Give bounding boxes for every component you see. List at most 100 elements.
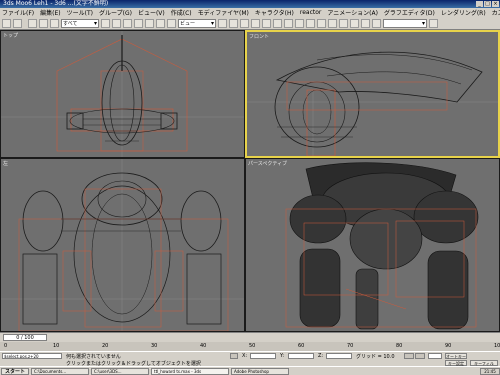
track-bar[interactable]: 0 10 20 30 40 50 60 70 80 90 100 [0, 342, 500, 351]
menu-bar: ファイル(F) 編集(E) ツール(T) グループ(G) ビュー(V) 作成(C) モディフ… [0, 8, 500, 17]
z-label: Z: [318, 353, 324, 359]
timeline-tick-label: 10 [53, 343, 60, 349]
grid-spacing: グリッド = 10.0 [356, 354, 395, 360]
menu-item[interactable]: ファイル(F) [2, 8, 34, 17]
window-title: 3ds Moo6 Leh1 - 3d6 ...(文字不鮮明) [3, 0, 109, 7]
timeline-tick-label: 30 [151, 343, 158, 349]
viewport-label[interactable]: 左 [3, 160, 8, 167]
viewport-left[interactable]: 左 [0, 158, 245, 332]
selection-status: 何も選択されていません [66, 354, 121, 360]
selection-filter-select[interactable]: すべて [61, 18, 99, 28]
snap-icon[interactable] [240, 18, 249, 28]
render-scene-icon[interactable] [361, 18, 370, 28]
timeline-tick-label: 80 [396, 343, 403, 349]
viewport-top[interactable]: トップ [0, 30, 245, 158]
lock-selection-icon[interactable] [230, 353, 238, 359]
timeline-tick-label: 0 [4, 343, 8, 349]
z-coordinate-field[interactable] [326, 353, 352, 359]
left-view-wireframe [1, 159, 244, 331]
move-icon[interactable] [145, 18, 154, 28]
select-link-icon[interactable] [28, 18, 37, 28]
menu-item[interactable]: 編集(E) [40, 8, 60, 17]
pivot-icon[interactable] [218, 18, 227, 28]
close-button[interactable]: × [492, 1, 499, 7]
menu-item[interactable]: ビュー(V) [138, 8, 165, 17]
scale-icon[interactable] [167, 18, 176, 28]
toolbar-separator [24, 19, 26, 28]
select-by-name-icon[interactable] [112, 18, 121, 28]
window-controls: _ □ × [476, 1, 499, 7]
menu-item[interactable]: reactor [300, 9, 322, 16]
y-coordinate-field[interactable] [288, 353, 314, 359]
menu-item[interactable]: モディファイヤ(M) [198, 8, 249, 17]
y-label: Y: [280, 353, 285, 359]
window-crossing-icon[interactable] [134, 18, 143, 28]
taskbar: スタート C:\Documents... C:\user\3DS... ttl_… [0, 366, 500, 375]
angle-snap-icon[interactable] [251, 18, 260, 28]
viewport-perspective[interactable]: パースペクティブ [245, 158, 500, 332]
menu-item[interactable]: レンダリング(R) [441, 8, 486, 17]
ref-coord-select[interactable]: ビュー [178, 18, 216, 28]
next-frame-icon[interactable] [415, 353, 425, 359]
time-slider[interactable]: 0 / 100 [3, 334, 47, 341]
quick-render-icon[interactable] [372, 18, 381, 28]
taskbar-item-active[interactable]: ttl_howard ts.max - 3ds [151, 367, 229, 375]
unlink-icon[interactable] [39, 18, 48, 28]
named-selection-icon[interactable] [284, 18, 293, 28]
x-label: X: [242, 353, 248, 359]
render-type-select[interactable] [383, 18, 427, 28]
menu-item[interactable]: キャラクタ(H) [255, 8, 294, 17]
x-coordinate-field[interactable] [250, 353, 276, 359]
material-editor-icon[interactable] [350, 18, 359, 28]
clock: 21:45 [480, 367, 500, 375]
menu-item[interactable]: グループ(G) [99, 8, 132, 17]
viewport-label[interactable]: トップ [3, 32, 18, 39]
undo-icon[interactable] [2, 18, 11, 28]
top-view-wireframe [1, 31, 244, 157]
viewport-label[interactable]: パースペクティブ [248, 160, 287, 167]
layer-manager-icon[interactable] [317, 18, 326, 28]
schematic-view-icon[interactable] [339, 18, 348, 28]
timeline-tick-label: 50 [249, 343, 256, 349]
bind-spacewarp-icon[interactable] [50, 18, 59, 28]
taskbar-item[interactable]: C:\Documents... [31, 367, 89, 375]
menu-item[interactable]: 作成(C) [171, 8, 192, 17]
play-icon[interactable] [404, 353, 414, 359]
title-bar: 3ds Moo6 Leh1 - 3d6 ...(文字不鮮明) _ □ × [0, 0, 500, 8]
perspective-view-shaded [285, 162, 479, 330]
timeline-tick-label: 20 [102, 343, 109, 349]
status-bar: $select.pos.z+20 何も選択されていません クリックまたはクリック… [0, 351, 500, 371]
redo-icon[interactable] [13, 18, 22, 28]
rect-selection-icon[interactable] [123, 18, 132, 28]
timeline-tick-label: 70 [347, 343, 354, 349]
rotate-icon[interactable] [156, 18, 165, 28]
align-icon[interactable] [306, 18, 315, 28]
taskbar-item[interactable]: C:\user\3DS... [91, 367, 149, 375]
timeline-tick-label: 60 [298, 343, 305, 349]
render-last-icon[interactable] [429, 18, 438, 28]
menu-item[interactable]: アニメーション(A) [327, 8, 378, 17]
menu-item[interactable]: グラフエディタ(D) [384, 8, 435, 17]
front-view-wireframe [247, 51, 498, 156]
current-frame-field[interactable] [428, 353, 442, 359]
timeline-tick-label: 40 [200, 343, 207, 349]
percent-snap-icon[interactable] [262, 18, 271, 28]
select-object-icon[interactable] [101, 18, 110, 28]
time-slider-area: 0 / 100 0 10 20 30 40 50 60 70 80 90 100 [0, 332, 500, 351]
viewport-front[interactable]: フロント [245, 30, 500, 158]
menu-item[interactable]: ツール(T) [67, 8, 93, 17]
maxscript-listener[interactable]: $select.pos.z+20 [2, 353, 62, 359]
autokey-button[interactable]: オートキー [445, 353, 467, 359]
minimize-button[interactable]: _ [476, 1, 483, 7]
mirror-icon[interactable] [295, 18, 304, 28]
start-button[interactable]: スタート [1, 367, 29, 375]
spinner-snap-icon[interactable] [273, 18, 282, 28]
viewport-label[interactable]: フロント [249, 33, 269, 40]
main-toolbar: すべて ビュー [0, 17, 500, 30]
curve-editor-icon[interactable] [328, 18, 337, 28]
maximize-button[interactable]: □ [484, 1, 491, 7]
timeline-tick-label: 100 [494, 343, 500, 349]
manipulate-icon[interactable] [229, 18, 238, 28]
menu-item[interactable]: カスタマイズ(U) [492, 8, 500, 17]
taskbar-item[interactable]: Adobe Photoshop [231, 367, 289, 375]
